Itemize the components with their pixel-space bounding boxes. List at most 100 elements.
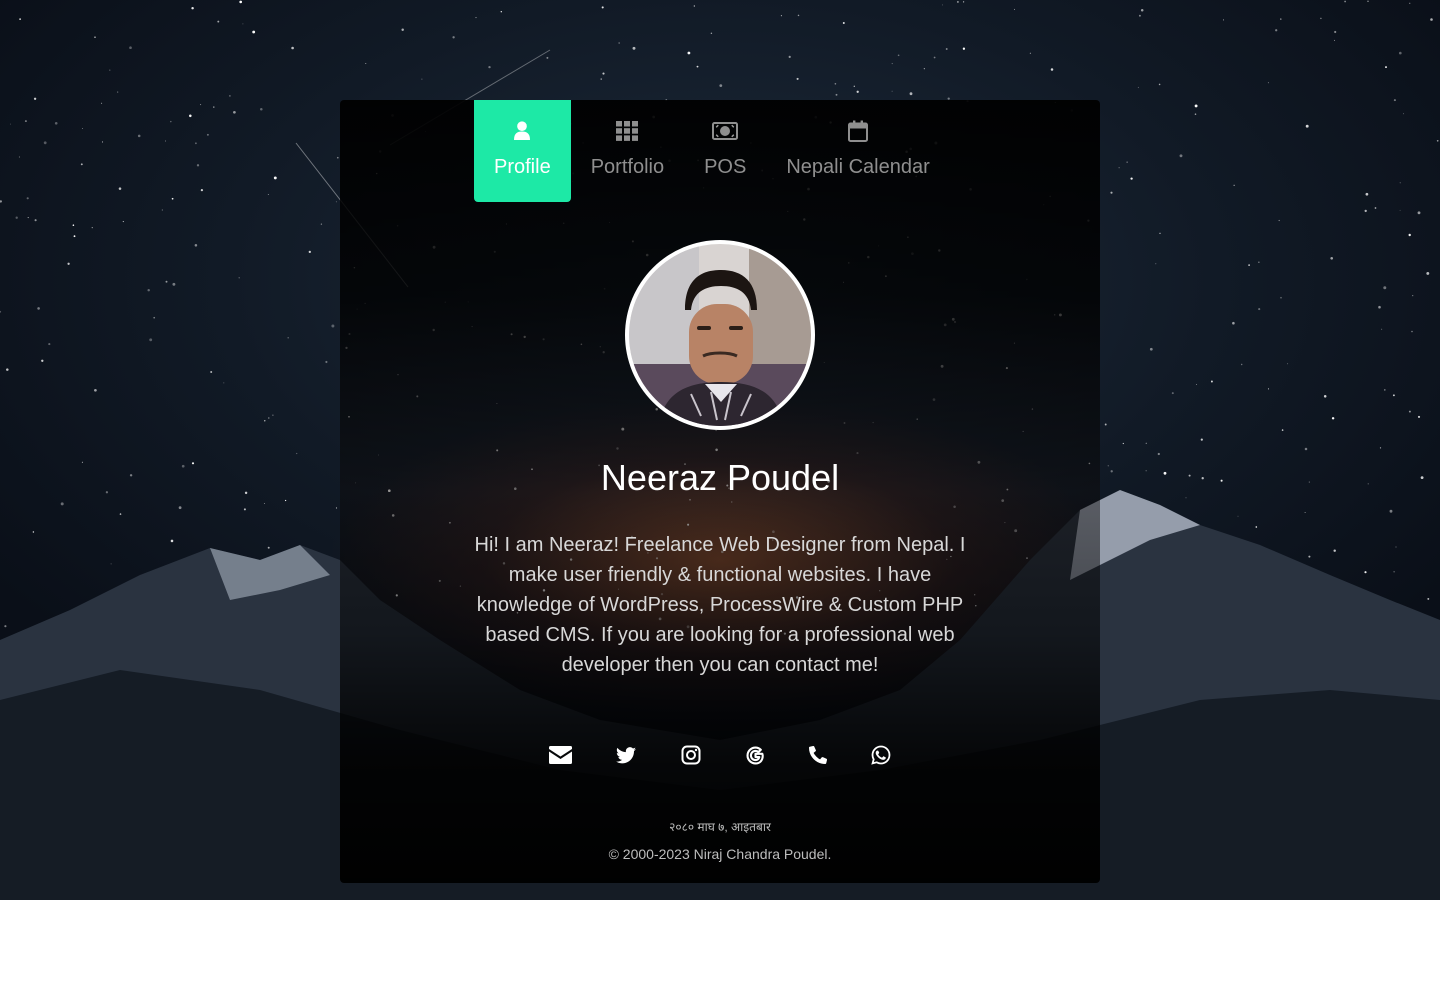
star xyxy=(719,84,723,87)
star xyxy=(956,0,959,3)
star xyxy=(94,388,97,392)
star xyxy=(153,316,156,319)
star xyxy=(24,120,27,123)
star xyxy=(1412,295,1414,297)
star xyxy=(73,235,76,238)
star xyxy=(1383,286,1387,290)
star xyxy=(196,164,200,167)
star xyxy=(1267,82,1269,84)
star xyxy=(32,531,35,533)
star xyxy=(891,63,893,65)
star xyxy=(1399,182,1401,184)
star xyxy=(1201,477,1204,480)
star xyxy=(238,277,240,279)
star xyxy=(600,78,602,80)
star xyxy=(244,491,248,495)
star xyxy=(19,18,21,20)
money-icon xyxy=(712,120,739,142)
star xyxy=(1378,305,1381,309)
star xyxy=(1408,233,1411,237)
star xyxy=(27,217,29,219)
envelope-icon[interactable] xyxy=(548,740,572,770)
star xyxy=(1104,423,1107,426)
calendar-icon xyxy=(848,120,869,142)
star xyxy=(891,90,893,92)
star xyxy=(1304,447,1308,451)
star xyxy=(1280,18,1282,20)
star xyxy=(242,23,244,25)
star xyxy=(1430,18,1433,21)
star xyxy=(129,474,133,477)
star xyxy=(1367,483,1369,485)
nav-item-profile[interactable]: Profile xyxy=(474,100,571,202)
avatar xyxy=(625,240,815,430)
twitter-icon[interactable] xyxy=(615,740,637,770)
star xyxy=(37,307,40,310)
star xyxy=(1195,384,1197,385)
star xyxy=(1237,515,1239,517)
nav-item-nepali-calendar[interactable]: Nepali Calendar xyxy=(766,100,949,202)
star xyxy=(137,134,141,138)
star xyxy=(696,65,699,68)
star xyxy=(1333,549,1336,552)
star xyxy=(191,462,195,465)
star xyxy=(1427,597,1430,600)
star xyxy=(9,123,11,125)
nav-item-pos[interactable]: POS xyxy=(684,100,766,202)
star xyxy=(1188,474,1191,477)
star xyxy=(1179,154,1183,158)
star xyxy=(1240,363,1243,366)
star xyxy=(1163,471,1167,475)
star xyxy=(260,107,263,111)
star xyxy=(1255,526,1258,528)
star xyxy=(26,197,29,200)
star xyxy=(1029,52,1031,54)
star xyxy=(1185,497,1187,499)
star xyxy=(210,371,213,373)
star xyxy=(1267,388,1270,390)
nav-item-portfolio[interactable]: Portfolio xyxy=(571,100,684,202)
star xyxy=(67,262,70,265)
nepali-date: २०८० माघ ७, आइतबार xyxy=(669,820,771,834)
star xyxy=(693,5,695,7)
user-icon xyxy=(513,120,531,142)
star xyxy=(335,507,338,509)
star xyxy=(170,120,172,123)
star xyxy=(452,36,455,39)
profile-bio: Hi! I am Neeraz! Freelance Web Designer … xyxy=(474,534,966,676)
star xyxy=(962,1,965,3)
star xyxy=(41,359,44,362)
star xyxy=(291,46,294,50)
star xyxy=(191,6,194,10)
star xyxy=(856,90,859,93)
star xyxy=(1417,211,1421,215)
phone-icon[interactable] xyxy=(808,740,828,770)
star xyxy=(118,187,122,190)
star xyxy=(284,499,287,502)
star xyxy=(94,36,96,39)
star xyxy=(1145,442,1147,444)
instagram-icon[interactable] xyxy=(680,740,702,770)
star xyxy=(1107,465,1110,467)
star xyxy=(933,56,936,59)
star xyxy=(0,200,2,203)
star xyxy=(1200,438,1203,441)
star xyxy=(1287,363,1289,365)
star xyxy=(1436,139,1439,142)
social-links xyxy=(545,740,895,770)
star xyxy=(618,42,620,44)
star xyxy=(421,78,423,80)
star xyxy=(1334,39,1335,41)
star xyxy=(217,20,220,23)
star xyxy=(1411,330,1413,333)
star xyxy=(1050,68,1054,71)
google-icon[interactable] xyxy=(744,740,766,770)
star xyxy=(1159,232,1161,234)
whatsapp-icon[interactable] xyxy=(870,740,892,770)
profile-name: Neeraz Poudel xyxy=(600,457,840,498)
star xyxy=(149,338,153,342)
star xyxy=(243,508,246,511)
star xyxy=(325,360,328,364)
star xyxy=(365,62,367,64)
star xyxy=(331,324,335,328)
